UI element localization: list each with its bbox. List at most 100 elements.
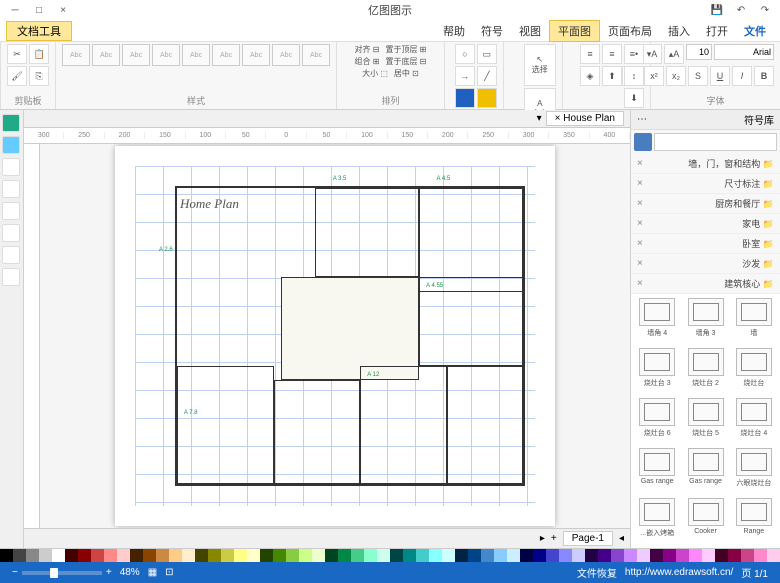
- underline-button[interactable]: U: [710, 66, 730, 86]
- library-search-input[interactable]: [654, 133, 777, 151]
- shape-item[interactable]: 嵌入烤箱...: [635, 498, 679, 544]
- library-category[interactable]: 📁 沙发×: [631, 254, 780, 274]
- shape-item[interactable]: 烧灶台 2: [683, 348, 727, 394]
- color-swatch[interactable]: [143, 549, 156, 562]
- color-swatch[interactable]: [104, 549, 117, 562]
- document-tab[interactable]: House Plan ×: [546, 111, 624, 126]
- color-swatch[interactable]: [611, 549, 624, 562]
- fill-color-button[interactable]: [477, 88, 497, 108]
- center-icon[interactable]: ⊡ 居中: [394, 68, 419, 79]
- side-tool-6[interactable]: [2, 224, 20, 242]
- strike-button[interactable]: S: [688, 66, 708, 86]
- style-preset[interactable]: Abc: [242, 44, 270, 66]
- color-swatch[interactable]: [247, 549, 260, 562]
- style-preset[interactable]: Abc: [152, 44, 180, 66]
- send-back-icon[interactable]: ⊟ 置于底层: [385, 56, 426, 67]
- color-swatch[interactable]: [377, 549, 390, 562]
- valign-bot-button[interactable]: ⬇: [624, 88, 644, 108]
- close-icon[interactable]: ×: [637, 278, 643, 289]
- color-swatch[interactable]: [390, 549, 403, 562]
- style-preset[interactable]: Abc: [92, 44, 120, 66]
- color-swatch[interactable]: [208, 549, 221, 562]
- color-swatch[interactable]: [715, 549, 728, 562]
- color-swatch[interactable]: [403, 549, 416, 562]
- shape-item[interactable]: Range: [732, 498, 776, 544]
- menu-floorplan[interactable]: 平面图: [549, 20, 600, 42]
- color-swatch[interactable]: [689, 549, 702, 562]
- qat-redo-icon[interactable]: ↷: [754, 2, 776, 18]
- style-preset[interactable]: Abc: [212, 44, 240, 66]
- library-menu-icon[interactable]: ⋯: [637, 114, 647, 125]
- valign-mid-button[interactable]: ◈: [580, 66, 600, 86]
- page-nav-next-icon[interactable]: ▸: [540, 533, 545, 544]
- library-category[interactable]: 📁 尺寸标注×: [631, 174, 780, 194]
- font-name-select[interactable]: [714, 44, 774, 60]
- close-icon[interactable]: ×: [637, 178, 643, 189]
- align-dist-icon[interactable]: ⊟ 对齐: [355, 44, 380, 55]
- side-tool-8[interactable]: [2, 268, 20, 286]
- menu-insert[interactable]: 插入: [660, 21, 698, 41]
- color-swatch[interactable]: [637, 549, 650, 562]
- italic-button[interactable]: I: [732, 66, 752, 86]
- color-swatch[interactable]: [52, 549, 65, 562]
- shape-item[interactable]: Gas range: [635, 448, 679, 494]
- style-preset[interactable]: Abc: [272, 44, 300, 66]
- color-swatch[interactable]: [182, 549, 195, 562]
- side-tool-5[interactable]: [2, 202, 20, 220]
- color-swatch[interactable]: [598, 549, 611, 562]
- side-tool-7[interactable]: [2, 246, 20, 264]
- color-swatch[interactable]: [65, 549, 78, 562]
- canvas[interactable]: Home Plan A 3.5 A 4.5 A 4.55 A 12: [40, 144, 630, 528]
- room[interactable]: [360, 366, 447, 484]
- menu-file[interactable]: 文件: [736, 21, 774, 41]
- shape-item[interactable]: 烧灶台 4: [732, 398, 776, 444]
- shape-circle-icon[interactable]: ○: [455, 44, 475, 64]
- color-swatch[interactable]: [429, 549, 442, 562]
- shape-item[interactable]: 墙: [732, 298, 776, 344]
- color-swatch[interactable]: [26, 549, 39, 562]
- align-center-button[interactable]: ≡: [580, 44, 600, 64]
- status-zoom-value[interactable]: 48%: [120, 567, 140, 578]
- style-preset[interactable]: Abc: [62, 44, 90, 66]
- color-swatch[interactable]: [364, 549, 377, 562]
- menu-symbol[interactable]: 符号: [473, 21, 511, 41]
- color-swatch[interactable]: [325, 549, 338, 562]
- color-swatch[interactable]: [169, 549, 182, 562]
- color-swatch[interactable]: [13, 549, 26, 562]
- room[interactable]: [419, 277, 523, 366]
- shape-line-icon[interactable]: ╱: [477, 66, 497, 86]
- bullets-button[interactable]: •≡: [624, 44, 644, 64]
- shape-item[interactable]: 烧灶台 5: [683, 398, 727, 444]
- shape-item[interactable]: 墙角 3: [683, 298, 727, 344]
- status-fit-icon[interactable]: ⊡: [165, 567, 173, 578]
- color-swatch[interactable]: [728, 549, 741, 562]
- size-icon[interactable]: ⬚ 大小: [362, 68, 388, 79]
- color-swatch[interactable]: [767, 549, 780, 562]
- color-swatch[interactable]: [416, 549, 429, 562]
- color-swatch[interactable]: [0, 549, 13, 562]
- library-category[interactable]: 📁 建筑核心×: [631, 274, 780, 294]
- shape-item[interactable]: Gas range: [683, 448, 727, 494]
- color-swatch[interactable]: [260, 549, 273, 562]
- min-button[interactable]: ─: [4, 2, 26, 18]
- room[interactable]: [447, 366, 523, 484]
- color-swatch[interactable]: [351, 549, 364, 562]
- library-category[interactable]: 📁 卧室×: [631, 234, 780, 254]
- group-icon[interactable]: ⊞ 组合: [355, 56, 380, 67]
- shape-item[interactable]: 烧灶台 3: [635, 348, 679, 394]
- context-tab[interactable]: 文档工具: [6, 21, 72, 41]
- format-painter-button[interactable]: 🖌: [7, 66, 27, 86]
- color-swatch[interactable]: [741, 549, 754, 562]
- close-icon[interactable]: ×: [637, 218, 643, 229]
- color-swatch[interactable]: [312, 549, 325, 562]
- color-swatch[interactable]: [286, 549, 299, 562]
- menu-help[interactable]: 帮助: [435, 21, 473, 41]
- qat-undo-icon[interactable]: ↶: [730, 2, 752, 18]
- color-swatch[interactable]: [572, 549, 585, 562]
- search-icon[interactable]: [634, 133, 652, 151]
- drawing-page[interactable]: Home Plan A 3.5 A 4.5 A 4.55 A 12: [115, 146, 555, 526]
- color-swatch[interactable]: [754, 549, 767, 562]
- cut-button[interactable]: ✂: [7, 44, 27, 64]
- color-swatch[interactable]: [39, 549, 52, 562]
- font-grow-icon[interactable]: A▴: [664, 44, 684, 64]
